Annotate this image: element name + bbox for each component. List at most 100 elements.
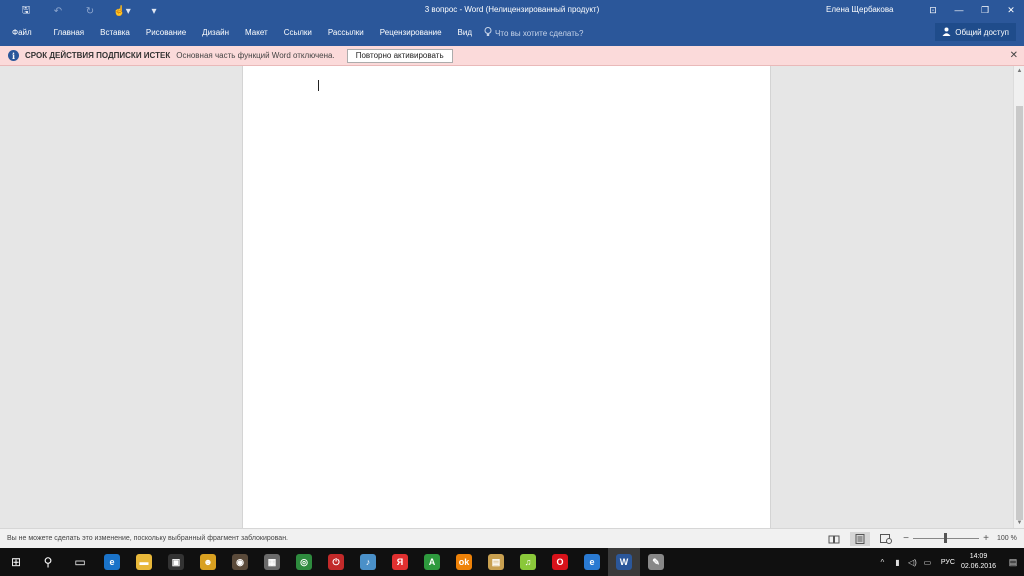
taskbar-button[interactable]: ⊞ (0, 548, 32, 576)
taskbar-button[interactable]: ☻ (192, 548, 224, 576)
document-page[interactable] (242, 66, 771, 528)
reactivate-button[interactable]: Повторно активировать (346, 48, 453, 63)
view-buttons (824, 532, 896, 546)
taskbar-button[interactable]: ▤ (480, 548, 512, 576)
tab-references[interactable]: Ссылки (276, 25, 320, 41)
person-icon (942, 27, 951, 38)
lightbulb-icon (484, 27, 492, 39)
start-icon: ⊞ (10, 555, 22, 569)
network-icon[interactable]: ▮ (890, 558, 905, 567)
window-title: 3 вопрос - Word (Нелицензированный проду… (424, 5, 600, 14)
notes-app-icon: ▤ (488, 554, 504, 570)
taskbar-button[interactable]: ♫ (512, 548, 544, 576)
tab-file[interactable]: Файл (0, 25, 46, 41)
opera-icon: O (552, 554, 568, 570)
taskbar-button[interactable]: e (96, 548, 128, 576)
web-layout-icon[interactable] (876, 532, 896, 546)
tab-draw[interactable]: Рисование (138, 25, 194, 41)
taskbar-button[interactable]: ⏻ (320, 548, 352, 576)
touch-mode-icon[interactable]: ☝▾ (106, 4, 138, 18)
taskbar-button[interactable]: W (608, 548, 640, 576)
document-area (0, 66, 1013, 528)
volume-icon[interactable]: ◁) (905, 558, 920, 567)
scroll-down-icon[interactable]: ▼ (1014, 520, 1024, 526)
taskbar-button[interactable]: ok (448, 548, 480, 576)
task-view-icon: ▭ (74, 555, 86, 569)
odnoklassniki-icon: ok (456, 554, 472, 570)
taskbar-button[interactable]: A (416, 548, 448, 576)
message-text: Основная часть функций Word отключена. (176, 51, 335, 60)
save-icon[interactable]: 🖫 (10, 4, 42, 18)
taskbar-button[interactable]: ✎ (640, 548, 672, 576)
taskbar-button[interactable]: ◎ (288, 548, 320, 576)
scrollbar-thumb[interactable] (1016, 106, 1023, 520)
taskbar-button[interactable]: ♪ (352, 548, 384, 576)
taskbar-button[interactable]: ▭ (64, 548, 96, 576)
message-close-icon[interactable]: ✕ (1010, 50, 1018, 61)
customize-qat-icon[interactable]: ▾ (138, 4, 170, 18)
tab-home[interactable]: Главная (46, 25, 92, 41)
zoom-in-button[interactable]: + (982, 533, 990, 544)
show-hidden-icon[interactable]: ^ (875, 558, 890, 567)
vertical-scrollbar[interactable]: ▲ ▼ (1013, 66, 1024, 528)
tab-view[interactable]: Вид (450, 25, 480, 41)
restore-icon[interactable]: ❐ (972, 0, 998, 20)
user-name[interactable]: Елена Щербакова (826, 5, 893, 14)
language-indicator[interactable]: РУС (941, 559, 955, 566)
photo-app-icon: ▦ (264, 554, 280, 570)
taskbar-button[interactable]: ▦ (256, 548, 288, 576)
file-explorer-icon: ▬ (136, 554, 152, 570)
word-icon: W (616, 554, 632, 570)
info-icon: i (8, 50, 19, 61)
taskbar-button[interactable]: ▬ (128, 548, 160, 576)
zoom-slider-knob[interactable] (944, 533, 947, 543)
battery-icon[interactable]: ▭ (920, 558, 935, 567)
taskbar-button[interactable]: Я (384, 548, 416, 576)
tab-layout[interactable]: Макет (237, 25, 276, 41)
yandex-icon: Я (392, 554, 408, 570)
taskbar-button[interactable]: ⚲ (32, 548, 64, 576)
taskbar-apps: ⊞ ⚲ ▭ e ▬ ▣ ☻ ◉ ▦ ◎ ⏻ ♪ Я Aok ▤ ♫ Oe W ✎ (0, 548, 672, 576)
undo-icon[interactable]: ↶ (42, 4, 74, 18)
tell-me-placeholder: Что вы хотите сделать? (495, 28, 584, 38)
audio-app-icon: ♪ (360, 554, 376, 570)
search-icon: ⚲ (43, 555, 53, 569)
tell-me-box[interactable]: Что вы хотите сделать? (480, 27, 583, 39)
zoom-out-button[interactable]: − (902, 533, 910, 544)
message-title: СРОК ДЕЙСТВИЯ ПОДПИСКИ ИСТЕК (25, 51, 171, 60)
close-icon[interactable]: ✕ (998, 0, 1024, 20)
game-app-icon: ☻ (200, 554, 216, 570)
redo-icon[interactable]: ↻ (74, 4, 106, 18)
taskbar-button[interactable]: e (576, 548, 608, 576)
internet-explorer-icon: e (584, 554, 600, 570)
zoom-control: − + (902, 533, 990, 544)
share-label: Общий доступ (955, 27, 1009, 37)
tab-insert[interactable]: Вставка (92, 25, 138, 41)
ribbon-display-options-icon[interactable]: ⊡ (920, 0, 946, 20)
taskbar-button[interactable]: O (544, 548, 576, 576)
status-message: Вы не можете сделать это изменение, поск… (7, 535, 288, 542)
tab-design[interactable]: Дизайн (194, 25, 237, 41)
system-tray: ^ ▮ ◁) ▭ РУС 14:09 02.06.2016 ▤ (875, 548, 1024, 576)
share-button[interactable]: Общий доступ (935, 23, 1016, 41)
taskbar-button[interactable]: ▣ (160, 548, 192, 576)
music-app-icon: ♫ (520, 554, 536, 570)
tab-review[interactable]: Рецензирование (372, 25, 450, 41)
window-controls: ⊡ — ❐ ✕ (920, 0, 1024, 20)
ribbon-tabs: Файл Главная Вставка Рисование Дизайн Ма… (0, 25, 583, 41)
clock[interactable]: 14:09 02.06.2016 (961, 552, 996, 572)
zoom-percent[interactable]: 100 % (997, 535, 1017, 542)
clock-time: 14:09 (969, 553, 988, 560)
media-app-icon: ◉ (232, 554, 248, 570)
taskbar-button[interactable]: ◉ (224, 548, 256, 576)
notification-center-icon[interactable]: ▤ (1002, 548, 1024, 576)
zoom-slider[interactable] (913, 533, 979, 543)
power-app-icon: ⏻ (328, 554, 344, 570)
minimize-icon[interactable]: — (946, 0, 972, 20)
scroll-up-icon[interactable]: ▲ (1014, 68, 1024, 74)
tab-mailings[interactable]: Рассылки (320, 25, 372, 41)
status-bar: Вы не можете сделать это изменение, поск… (0, 528, 1024, 548)
title-bar: 🖫 ↶ ↻ ☝▾ ▾ 3 вопрос - Word (Нелицензиров… (0, 0, 1024, 46)
read-mode-icon[interactable] (824, 532, 844, 546)
print-layout-icon[interactable] (850, 532, 870, 546)
